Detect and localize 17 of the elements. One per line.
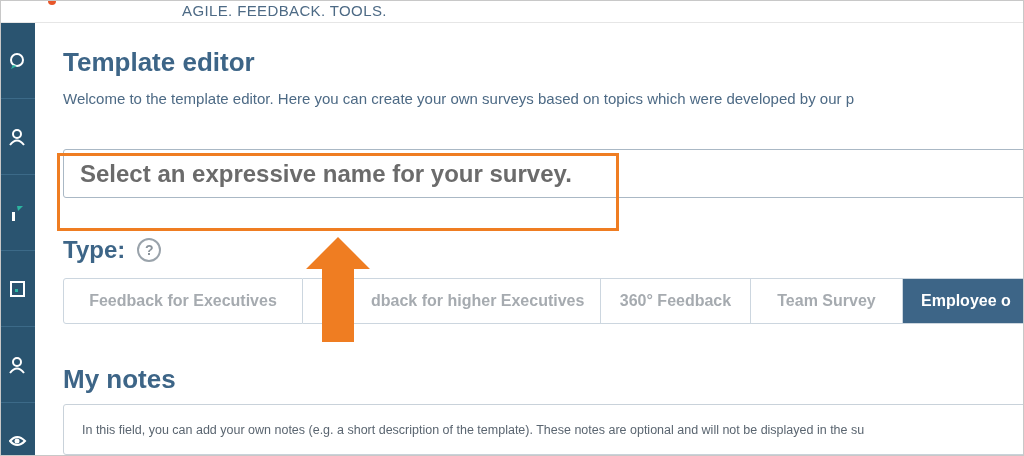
tagline: AGILE. FEEDBACK. TOOLS. — [182, 3, 387, 18]
notes-title: My notes — [63, 363, 177, 394]
intro-text: Welcome to the template editor. Here you can create your own surveys based on topics which were developed by our p — [63, 89, 855, 109]
type-tab[interactable]: Employee o — [903, 278, 1023, 324]
type-tab[interactable]: Team Survey — [751, 278, 903, 324]
page-title: Template editor — [63, 47, 256, 77]
speech-icon[interactable] — [9, 51, 27, 70]
notes-field[interactable]: In this field, you can add your own notes (e.g. a short description of the template). These notes are optional and will not be displayed in the su — [63, 403, 1023, 455]
type-tab[interactable]: Feedback for Executives — [63, 278, 303, 324]
board-icon[interactable] — [9, 279, 27, 298]
survey-name-field[interactable]: Select an expressive name for your survey. — [63, 149, 1023, 199]
person-icon[interactable] — [9, 127, 27, 146]
help-button[interactable]: ? — [137, 238, 162, 263]
person-icon[interactable] — [9, 355, 27, 374]
type-tab[interactable]: 360° Feedback — [601, 278, 751, 324]
notes-placeholder: In this field, you can add your own notes (e.g. a short description of the template). These notes are optional and will not be displayed in the su — [82, 422, 865, 437]
type-label: Type: — [63, 236, 126, 265]
